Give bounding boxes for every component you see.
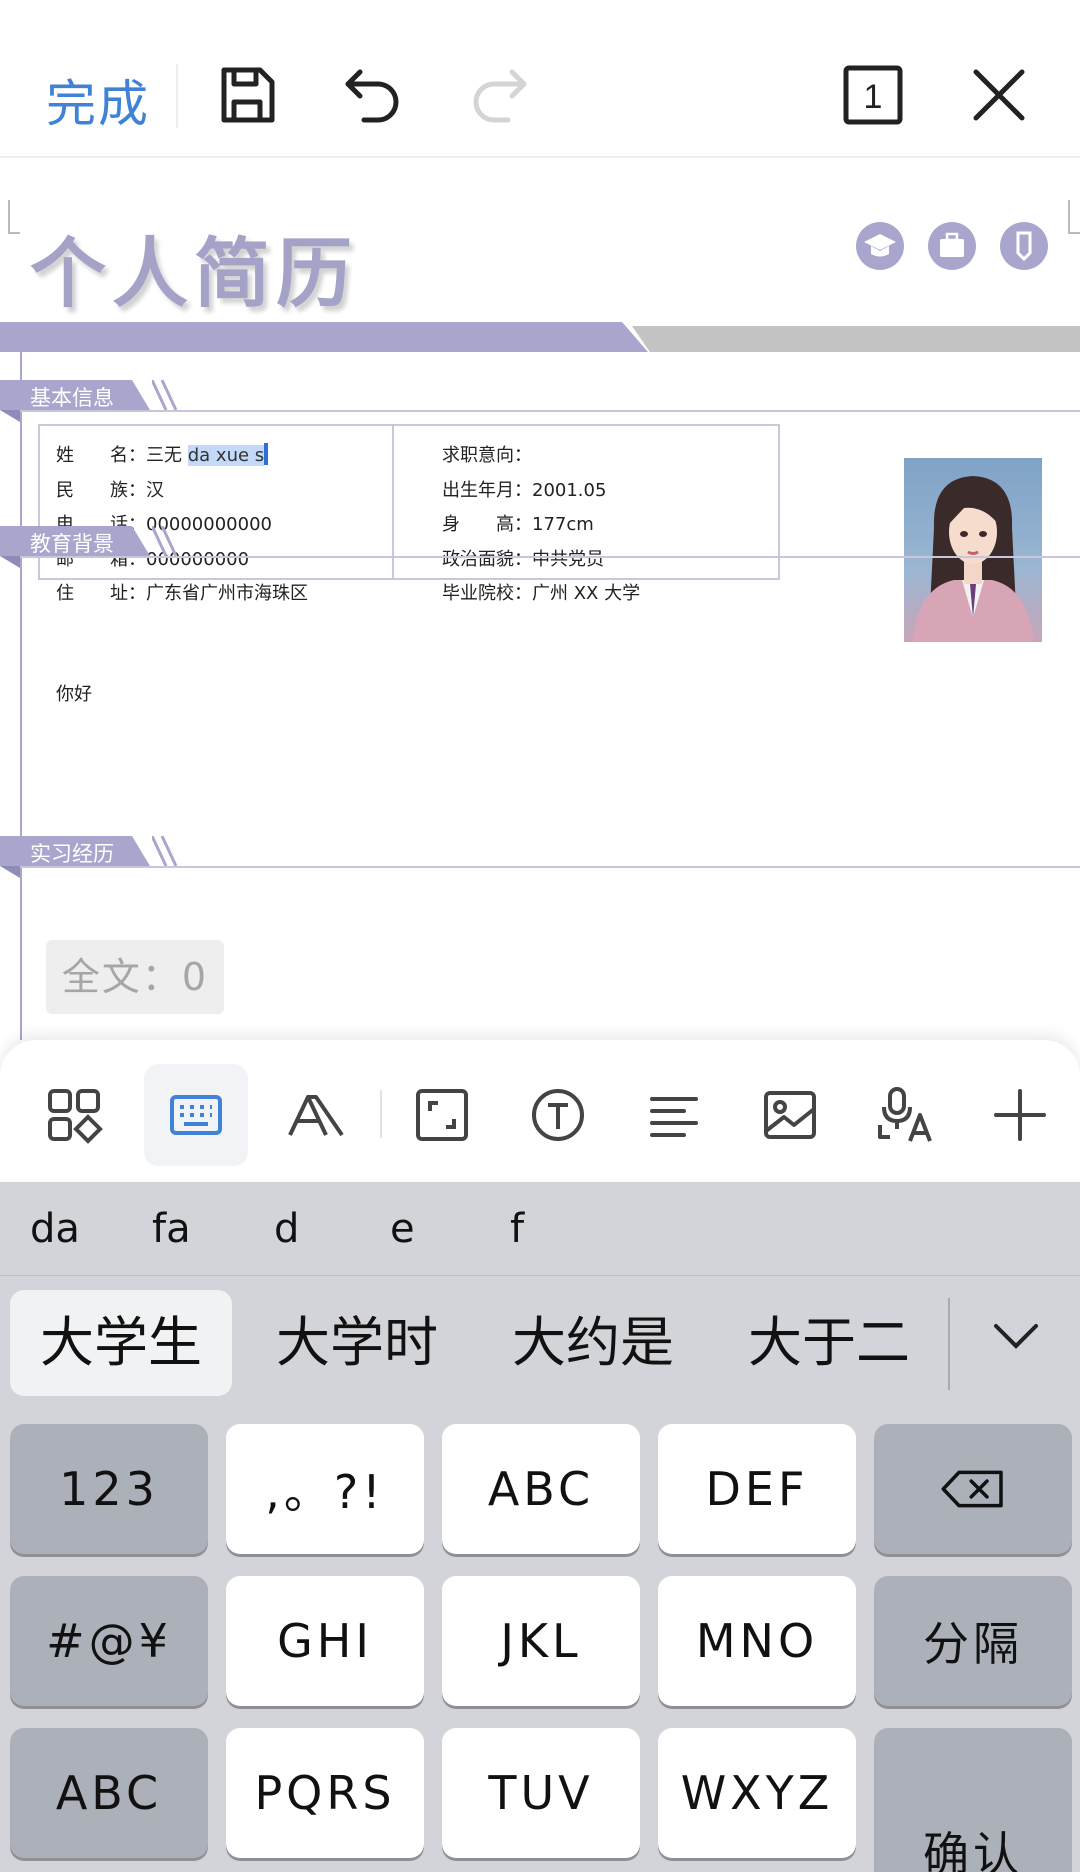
- key-jkl[interactable]: JKL: [442, 1576, 640, 1706]
- section-basic-label: 基本信息: [30, 386, 114, 410]
- info-birth[interactable]: 出生年月：2001.05: [442, 476, 606, 502]
- image-icon[interactable]: [738, 1064, 842, 1166]
- section-line: [20, 556, 1080, 558]
- redo-icon[interactable]: [464, 60, 534, 130]
- section-basic-info: 基本信息: [0, 380, 1080, 422]
- candidate-word[interactable]: 大约是: [482, 1290, 704, 1396]
- voice-translate-icon[interactable]: [854, 1064, 958, 1166]
- info-value: 广州 XX 大学: [532, 583, 641, 604]
- format-toolbar-divider: [380, 1090, 382, 1138]
- key-pqrs[interactable]: PQRS: [226, 1728, 424, 1858]
- section-education-label: 教育背景: [30, 532, 114, 556]
- key-separator[interactable]: 分隔: [874, 1576, 1072, 1706]
- info-address[interactable]: 住 址：广东省广州市海珠区: [56, 579, 308, 605]
- graduation-cap-icon: [856, 222, 904, 270]
- info-value: 汉: [146, 480, 164, 501]
- key-abc-switch[interactable]: ABC: [10, 1728, 208, 1858]
- title-banner: [0, 322, 648, 352]
- section-stripes: [152, 380, 178, 410]
- font-style-icon[interactable]: [264, 1064, 368, 1166]
- key-symbols[interactable]: #@¥: [10, 1576, 208, 1706]
- backspace-icon: [941, 1470, 1003, 1508]
- candidate-word[interactable]: 大于二: [718, 1290, 940, 1396]
- pinyin-option[interactable]: f: [510, 1206, 524, 1252]
- selected-pinyin-text: da xue s: [187, 445, 265, 466]
- keyboard: da fa d e f 大学生 大学时 大约是 大于二 123 ,。?! ABC…: [0, 1182, 1080, 1872]
- key-tuv[interactable]: TUV: [442, 1728, 640, 1858]
- info-label: 民 族：: [56, 480, 146, 501]
- info-label: 毕业院校：: [442, 583, 532, 604]
- key-wxyz[interactable]: WXYZ: [658, 1728, 856, 1858]
- page-count: 1: [864, 78, 883, 116]
- fullscreen-icon[interactable]: [390, 1064, 494, 1166]
- info-label: 求职意向：: [442, 445, 532, 466]
- section-internship-label: 实习经历: [30, 842, 114, 866]
- top-toolbar: 完成 1: [0, 0, 1080, 158]
- info-value: 2001.05: [532, 480, 607, 501]
- key-ghi[interactable]: GHI: [226, 1576, 424, 1706]
- crop-mark: [1068, 200, 1080, 234]
- section-line: [20, 410, 1080, 412]
- info-label: 出生年月：: [442, 480, 532, 501]
- education-text[interactable]: 你好: [56, 680, 92, 706]
- tag-icon: [1000, 222, 1048, 270]
- left-rule: [20, 350, 22, 1040]
- toolbar-divider: [176, 64, 178, 128]
- candidate-divider: [948, 1298, 950, 1390]
- section-stripes: [152, 526, 178, 556]
- crop-mark: [8, 200, 20, 234]
- section-fold: [0, 410, 20, 422]
- chevron-down-icon[interactable]: [986, 1306, 1046, 1366]
- close-icon[interactable]: [964, 60, 1034, 130]
- candidate-word[interactable]: 大学时: [246, 1290, 468, 1396]
- briefcase-icon: [928, 222, 976, 270]
- section-fold: [0, 866, 20, 878]
- key-abc[interactable]: ABC: [442, 1424, 640, 1554]
- backspace-key[interactable]: [874, 1424, 1072, 1554]
- add-icon[interactable]: [968, 1064, 1072, 1166]
- pinyin-option[interactable]: da: [30, 1206, 80, 1252]
- keyboard-icon[interactable]: [144, 1064, 248, 1166]
- key-123[interactable]: 123: [10, 1424, 208, 1554]
- section-internship: 实习经历: [0, 836, 1080, 878]
- resume-document[interactable]: 个人简历 基本信息 姓 名：三无 da xue s 民 族：汉 电 话：0000…: [0, 160, 1080, 1040]
- format-toolbar: [0, 1040, 1080, 1182]
- section-line: [20, 866, 1080, 868]
- info-job-intention[interactable]: 求职意向：: [442, 441, 532, 467]
- align-icon[interactable]: [622, 1064, 726, 1166]
- key-def[interactable]: DEF: [658, 1424, 856, 1554]
- text-caret: [264, 443, 269, 465]
- word-count-badge: 全文：0: [46, 940, 224, 1014]
- pinyin-option[interactable]: d: [274, 1206, 299, 1252]
- done-button[interactable]: 完成: [46, 64, 150, 136]
- pinyin-row: da fa d e f: [0, 1182, 1080, 1276]
- title-banner-gray: [632, 326, 1080, 352]
- page-count-icon[interactable]: 1: [838, 60, 908, 130]
- text-icon[interactable]: [506, 1064, 610, 1166]
- key-mno[interactable]: MNO: [658, 1576, 856, 1706]
- info-school[interactable]: 毕业院校：广州 XX 大学: [442, 579, 640, 605]
- save-icon[interactable]: [212, 60, 282, 130]
- section-education: 教育背景: [0, 526, 1080, 568]
- section-fold: [0, 556, 20, 568]
- info-label: 住 址：: [56, 583, 146, 604]
- resume-title: 个人简历: [30, 229, 358, 318]
- undo-icon[interactable]: [338, 60, 408, 130]
- pinyin-option[interactable]: e: [390, 1206, 415, 1252]
- info-value: 三无: [146, 445, 188, 466]
- key-punctuation[interactable]: ,。?!: [226, 1424, 424, 1554]
- candidate-row: 大学生 大学时 大约是 大于二: [0, 1276, 1080, 1396]
- info-ethnicity[interactable]: 民 族：汉: [56, 476, 164, 502]
- info-value: 广东省广州市海珠区: [146, 583, 308, 604]
- section-stripes: [152, 836, 178, 866]
- confirm-key[interactable]: 确认: [874, 1728, 1072, 1872]
- candidate-word[interactable]: 大学生: [10, 1290, 232, 1396]
- grid-icon[interactable]: [22, 1064, 126, 1166]
- info-name[interactable]: 姓 名：三无 da xue s: [56, 441, 269, 467]
- info-label: 姓 名：: [56, 445, 146, 466]
- pinyin-option[interactable]: fa: [152, 1206, 191, 1252]
